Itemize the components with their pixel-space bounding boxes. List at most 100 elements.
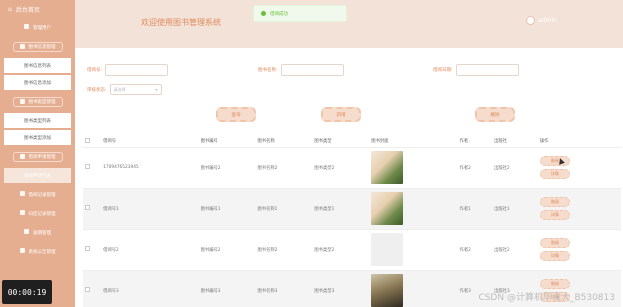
cell-code: 图书编号2 <box>198 147 256 189</box>
sidebar-category[interactable]: 系统公告管理 <box>0 242 75 261</box>
status-select[interactable]: 请选择 ▾ <box>109 84 162 95</box>
borrow-button[interactable]: 借阅 <box>539 279 570 289</box>
column-header: 图书编号 <box>198 136 256 148</box>
book-cover-image[interactable] <box>371 192 404 225</box>
cell-type: 图书类型3 <box>312 270 370 307</box>
user-name: admin <box>538 17 557 24</box>
search-button[interactable]: 查询 <box>216 107 256 122</box>
borrow-button[interactable]: 借阅 <box>539 238 570 248</box>
cell-name: 图书名称1 <box>255 188 313 230</box>
detail-button[interactable]: 详情 <box>539 210 570 220</box>
add-button[interactable]: 新增 <box>321 107 361 122</box>
sidebar-category[interactable]: 逾期管理 <box>0 223 75 242</box>
column-header: 图书名称 <box>255 136 313 148</box>
sidebar-item-label: 图书类型列表 <box>24 118 51 124</box>
borrow-date-input[interactable] <box>455 64 519 76</box>
row-checkbox[interactable] <box>85 205 90 210</box>
menu-icon <box>19 99 25 104</box>
table-row: 1709476523945 图书编号2 图书名称2 图书类型2 作者2 出版社2 借阅 详情 <box>83 147 621 189</box>
menu-icon <box>19 44 25 49</box>
row-actions: 借阅 详情 <box>539 156 621 179</box>
table-row: 借阅号2 图书编号2 图书名称2 图书类型2 作者2 出版社2 借阅 详情 <box>83 229 621 271</box>
borrow-button[interactable]: 借阅 <box>539 197 570 207</box>
sidebar-category-pill: 借阅申请管理 <box>12 151 63 162</box>
sidebar-category[interactable]: 借阅记录管理 <box>0 185 75 204</box>
book-cover-image[interactable] <box>371 151 404 184</box>
book-name-input[interactable] <box>280 64 344 76</box>
sidebar-item-label: 系统公告管理 <box>28 250 56 255</box>
cell-cover <box>369 229 458 271</box>
sidebar-menu: 管理用户图书信息管理图书信息列表 图书信息添加图书类型管理图书类型列表图书类型添加… <box>0 18 75 261</box>
sidebar-category-pill: 系统公告管理 <box>19 248 56 255</box>
borrow-no-input[interactable] <box>105 64 169 76</box>
cell-actions: 借阅 详情 <box>537 188 621 230</box>
cell-code: 图书编号1 <box>198 188 256 230</box>
sidebar-item[interactable]: 图书类型添加 <box>4 130 71 145</box>
column-header: 出版社 <box>492 136 538 148</box>
select-all-header[interactable] <box>83 136 102 148</box>
borrow-date-label: 借阅日期: <box>433 68 453 73</box>
detail-button[interactable]: 详情 <box>539 251 570 261</box>
cell-actions: 借阅 详情 <box>537 147 621 189</box>
row-checkbox[interactable] <box>85 246 90 251</box>
sidebar-category-pill: 逾期管理 <box>24 229 51 236</box>
sidebar-category-pill: 图书信息管理 <box>12 41 63 52</box>
sidebar-category[interactable]: 图书类型管理 <box>0 92 75 111</box>
delete-button[interactable]: 删除 <box>475 107 515 122</box>
cell-actions: 借阅 详情 <box>537 229 621 271</box>
cell-author: 作者2 <box>457 147 493 189</box>
sidebar-item-label: 借阅申请管理 <box>28 154 56 160</box>
sidebar-category-pill: 管理用户 <box>24 24 51 31</box>
cell-publisher: 出版社2 <box>492 147 538 189</box>
sidebar-item[interactable]: 图书信息添加 <box>4 75 71 90</box>
cell-cover <box>369 147 458 189</box>
menu-icon <box>24 24 29 29</box>
sidebar-item[interactable]: 图书信息列表 <box>4 58 71 73</box>
cell-name: 图书名称3 <box>255 270 313 307</box>
cell-type: 图书类型2 <box>312 229 370 271</box>
cell-publisher: 出版社1 <box>492 188 538 230</box>
borrow-no-label: 借阅号: <box>87 68 103 73</box>
sidebar-item-label: 管理用户 <box>33 26 51 31</box>
row-checkbox[interactable] <box>85 287 90 292</box>
borrow-button[interactable]: 借阅 <box>539 156 570 166</box>
user-menu[interactable]: admin <box>526 16 557 25</box>
sidebar-category[interactable]: 借阅申请管理 <box>0 147 75 166</box>
cell-code: 图书编号3 <box>198 270 256 307</box>
select-all-checkbox[interactable] <box>85 137 90 143</box>
sidebar-item-label: 图书信息列表 <box>24 63 51 69</box>
sidebar-item[interactable]: 借阅申请列表 <box>4 168 71 183</box>
detail-button[interactable]: 详情 <box>539 169 570 179</box>
cell-no: 借阅号3 <box>101 270 199 307</box>
sidebar-category[interactable]: 管理用户 <box>0 18 75 37</box>
book-cover-image[interactable] <box>371 233 404 266</box>
column-header: 操作 <box>537 136 621 148</box>
sidebar-item-label: 图书信息添加 <box>24 80 51 86</box>
table-header-row: 借阅号 图书编号 图书名称 图书类型 图书封面 作者 出版社 操作 <box>83 136 621 148</box>
sidebar-item-label: 逾期管理 <box>33 231 51 236</box>
menu-icon <box>19 191 25 196</box>
cell-author: 作者2 <box>457 229 493 271</box>
book-name-label: 图书名称: <box>258 68 278 73</box>
search-field-status: 审核状态: 请选择 ▾ <box>87 84 162 95</box>
sidebar-item[interactable]: 图书类型列表 <box>4 113 71 128</box>
sidebar-item-label: 借阅申请列表 <box>24 173 51 179</box>
row-actions: 借阅 详情 <box>539 238 621 261</box>
cell-no: 1709476523945 <box>101 147 199 189</box>
watermark: CSDN @计算机毕设大_B530813 <box>478 293 615 303</box>
sidebar-category[interactable]: 归还记录管理 <box>0 204 75 223</box>
status-label: 审核状态: <box>87 87 107 93</box>
sidebar-home[interactable]: ⌂ 后台首页 <box>0 0 75 18</box>
home-icon: ⌂ <box>8 5 12 13</box>
sidebar-item-label: 归还记录管理 <box>28 212 56 217</box>
sidebar-category[interactable]: 图书信息管理 <box>0 37 75 56</box>
main-content: 借阅号: 图书名称: 借阅日期: 审核状态: 请选择 ▾ 查询 新增 删除 借阅… <box>75 48 623 307</box>
topbar: 欢迎使用图书管理系统 admin <box>75 0 623 48</box>
cell-cover <box>369 188 458 230</box>
sidebar-item-label: 图书信息管理 <box>28 44 56 50</box>
book-cover-image[interactable] <box>371 274 404 307</box>
row-checkbox[interactable] <box>85 164 90 169</box>
table-body: 1709476523945 图书编号2 图书名称2 图书类型2 作者2 出版社2 借阅 详情借… <box>83 147 621 307</box>
cell-cover <box>369 270 458 307</box>
cell-code: 图书编号2 <box>198 229 256 271</box>
